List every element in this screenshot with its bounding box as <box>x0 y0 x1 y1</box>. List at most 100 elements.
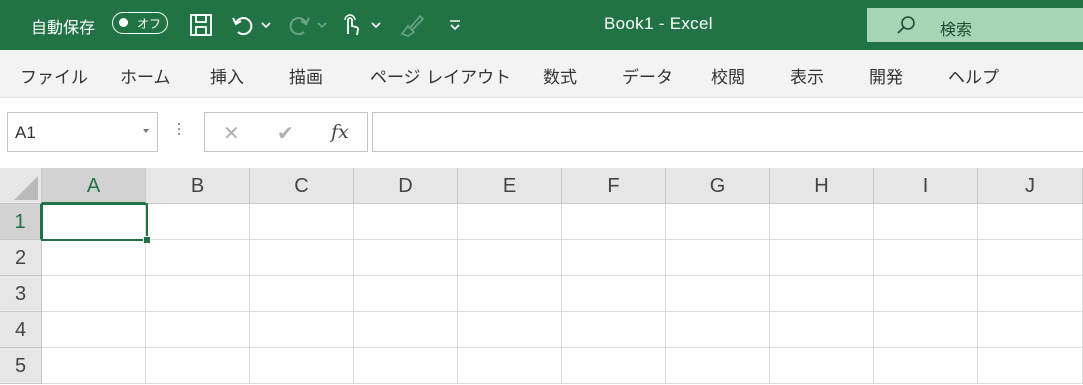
tab-page-layout[interactable]: ページ レイアウト <box>370 63 511 88</box>
cell-a2[interactable] <box>42 240 146 276</box>
tab-view[interactable]: 表示 <box>790 63 824 88</box>
cell-h1[interactable] <box>770 204 874 240</box>
cell-c2[interactable] <box>250 240 354 276</box>
cell-d2[interactable] <box>354 240 458 276</box>
row-header-2[interactable]: 2 <box>0 240 42 276</box>
search-icon <box>895 14 917 40</box>
cell-i5[interactable] <box>874 348 978 384</box>
column-header-f[interactable]: F <box>562 168 666 204</box>
cell-i4[interactable] <box>874 312 978 348</box>
insert-function-icon[interactable]: fx <box>331 121 349 143</box>
cell-b3[interactable] <box>146 276 250 312</box>
cell-a1[interactable] <box>42 204 146 240</box>
cell-d5[interactable] <box>354 348 458 384</box>
ribbon-tabs: ファイル ホーム 挿入 描画 ページ レイアウト 数式 データ 校閲 表示 開発… <box>0 50 1083 98</box>
undo-icon[interactable] <box>230 12 256 38</box>
column-header-d[interactable]: D <box>354 168 458 204</box>
cell-b5[interactable] <box>146 348 250 384</box>
search-box[interactable]: 検索 <box>867 8 1083 42</box>
cell-e4[interactable] <box>458 312 562 348</box>
cell-a5[interactable] <box>42 348 146 384</box>
redo-icon[interactable] <box>286 12 312 38</box>
cell-e2[interactable] <box>458 240 562 276</box>
cancel-icon[interactable]: ✕ <box>223 121 240 145</box>
tab-home[interactable]: ホーム <box>120 63 171 88</box>
row-header-5[interactable]: 5 <box>0 348 42 384</box>
cell-f1[interactable] <box>562 204 666 240</box>
tab-data[interactable]: データ <box>622 63 673 88</box>
cell-g2[interactable] <box>666 240 770 276</box>
cell-f4[interactable] <box>562 312 666 348</box>
save-icon[interactable] <box>188 12 214 38</box>
cell-i3[interactable] <box>874 276 978 312</box>
undo-dropdown-icon[interactable] <box>260 12 272 38</box>
cell-c4[interactable] <box>250 312 354 348</box>
format-painter-icon[interactable] <box>398 12 426 38</box>
formula-buttons: ✕ ✔ fx <box>204 112 368 152</box>
cell-j5[interactable] <box>978 348 1083 384</box>
select-all-button[interactable] <box>0 168 42 204</box>
cell-c3[interactable] <box>250 276 354 312</box>
tab-help[interactable]: ヘルプ <box>948 63 999 88</box>
tab-developer[interactable]: 開発 <box>869 63 903 88</box>
cell-d3[interactable] <box>354 276 458 312</box>
column-header-b[interactable]: B <box>146 168 250 204</box>
redo-dropdown-icon[interactable] <box>316 12 328 38</box>
autosave-toggle[interactable]: オフ <box>112 12 168 34</box>
cell-i1[interactable] <box>874 204 978 240</box>
touch-dropdown-icon[interactable] <box>370 12 382 38</box>
column-header-a[interactable]: A <box>42 168 146 204</box>
cell-j3[interactable] <box>978 276 1083 312</box>
cell-g4[interactable] <box>666 312 770 348</box>
formula-input[interactable] <box>372 112 1083 152</box>
cell-j4[interactable] <box>978 312 1083 348</box>
cell-h2[interactable] <box>770 240 874 276</box>
cell-i2[interactable] <box>874 240 978 276</box>
fill-handle[interactable] <box>143 236 151 244</box>
cell-g1[interactable] <box>666 204 770 240</box>
chevron-down-icon[interactable] <box>143 129 149 133</box>
tab-file[interactable]: ファイル <box>20 63 88 88</box>
cell-c5[interactable] <box>250 348 354 384</box>
cell-b1[interactable] <box>146 204 250 240</box>
touch-mode-icon[interactable] <box>338 12 364 38</box>
cell-g5[interactable] <box>666 348 770 384</box>
cell-f2[interactable] <box>562 240 666 276</box>
cell-h4[interactable] <box>770 312 874 348</box>
cell-f5[interactable] <box>562 348 666 384</box>
cell-d1[interactable] <box>354 204 458 240</box>
tab-formulas[interactable]: 数式 <box>543 63 577 88</box>
cell-f3[interactable] <box>562 276 666 312</box>
cell-c1[interactable] <box>250 204 354 240</box>
tab-insert[interactable]: 挿入 <box>210 63 244 88</box>
cell-e5[interactable] <box>458 348 562 384</box>
cell-h3[interactable] <box>770 276 874 312</box>
cell-h5[interactable] <box>770 348 874 384</box>
cell-b4[interactable] <box>146 312 250 348</box>
cell-g3[interactable] <box>666 276 770 312</box>
column-header-j[interactable]: J <box>978 168 1083 204</box>
column-header-i[interactable]: I <box>874 168 978 204</box>
row-header-1[interactable]: 1 <box>0 204 42 240</box>
tab-draw[interactable]: 描画 <box>289 63 323 88</box>
cell-j2[interactable] <box>978 240 1083 276</box>
formula-bar: A1 ✕ ✔ fx <box>0 98 1083 164</box>
cell-b2[interactable] <box>146 240 250 276</box>
column-header-h[interactable]: H <box>770 168 874 204</box>
column-header-c[interactable]: C <box>250 168 354 204</box>
row-header-4[interactable]: 4 <box>0 312 42 348</box>
customize-qat-icon[interactable] <box>448 12 462 38</box>
cell-j1[interactable] <box>978 204 1083 240</box>
splitter-handle[interactable] <box>178 123 181 138</box>
column-header-g[interactable]: G <box>666 168 770 204</box>
enter-icon[interactable]: ✔ <box>277 121 294 145</box>
cell-d4[interactable] <box>354 312 458 348</box>
name-box[interactable]: A1 <box>7 112 158 152</box>
cell-e1[interactable] <box>458 204 562 240</box>
tab-review[interactable]: 校閲 <box>711 63 745 88</box>
cell-a4[interactable] <box>42 312 146 348</box>
row-header-3[interactable]: 3 <box>0 276 42 312</box>
cell-a3[interactable] <box>42 276 146 312</box>
column-header-e[interactable]: E <box>458 168 562 204</box>
cell-e3[interactable] <box>458 276 562 312</box>
